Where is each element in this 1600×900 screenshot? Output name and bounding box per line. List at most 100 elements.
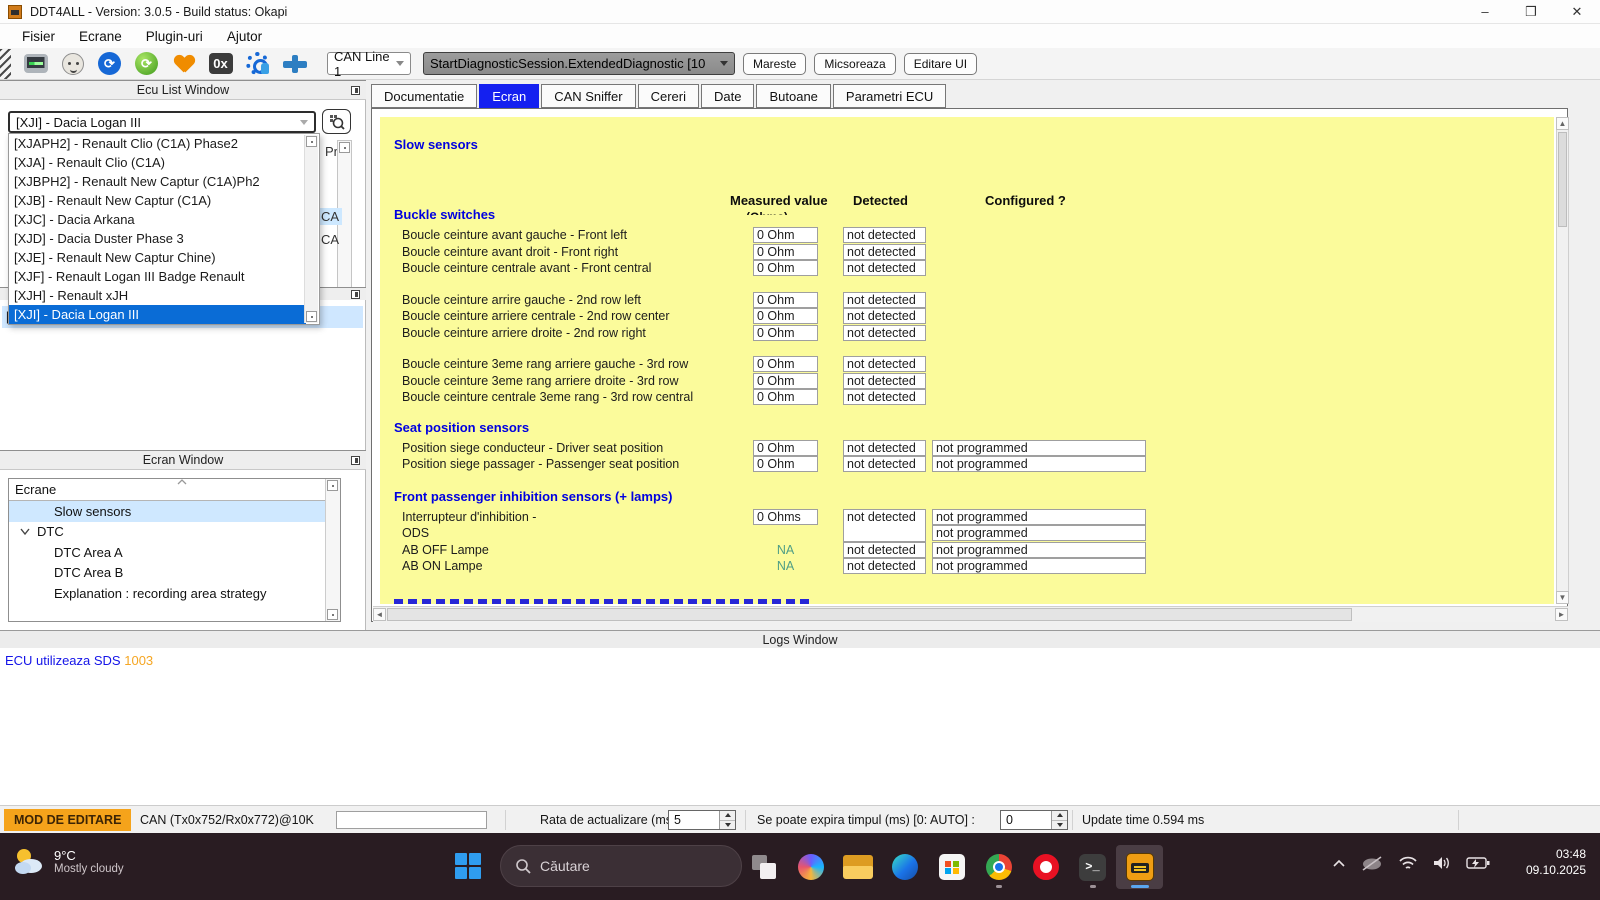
tree-header[interactable]: Ecrane — [9, 479, 340, 501]
gears-hand-icon[interactable] — [243, 50, 272, 78]
ecu-dropdown-item[interactable]: [XJB] - Renault New Captur (C1A) — [9, 191, 306, 210]
sensor-row: Boucle ceinture centrale 3eme rang - 3rd… — [380, 389, 1554, 406]
menu-plugin-uri[interactable]: Plugin-uri — [134, 29, 215, 44]
ecu-dropdown-item[interactable]: [XJE] - Renault New Captur Chine) — [9, 248, 306, 267]
volume-icon[interactable] — [1432, 855, 1452, 871]
refresh-green-icon[interactable]: ⟳ — [132, 50, 161, 78]
vertical-scrollbar[interactable]: ▲ ▼ — [1556, 117, 1569, 604]
tab-cereri[interactable]: Cereri — [638, 84, 699, 108]
taskbar-clock[interactable]: 03:48 09.10.2025 — [1526, 846, 1586, 878]
tree-item-label: DTC Area A — [54, 545, 123, 560]
spin-down-button[interactable] — [720, 821, 735, 830]
ecu-search-button[interactable] — [322, 109, 351, 134]
minimize-button[interactable]: – — [1462, 0, 1508, 23]
tab-ecran[interactable]: Ecran — [479, 84, 539, 108]
tree-scrollbar[interactable] — [325, 479, 340, 621]
tree-item-dtc-area-a[interactable]: DTC Area A — [9, 542, 340, 563]
horizontal-scrollbar[interactable]: ◄ ► — [373, 606, 1568, 622]
weather-widget[interactable]: 9°C Mostly cloudy — [12, 845, 124, 877]
menu-ajutor[interactable]: Ajutor — [215, 29, 274, 44]
zoom-in-button[interactable]: Mareste — [743, 53, 806, 75]
battery-charging-icon[interactable] — [1466, 856, 1490, 870]
terminal-icon: >_ — [1079, 854, 1106, 881]
tab-date[interactable]: Date — [701, 84, 754, 108]
sensor-label: Boucle ceinture avant gauche - Front lef… — [402, 228, 627, 242]
logs-panel-header[interactable]: Logs Window — [0, 630, 1600, 648]
taskbar-icon-opera[interactable] — [1022, 845, 1069, 889]
einstein-icon[interactable] — [58, 50, 87, 78]
taskbar-icon-terminal[interactable]: >_ — [1069, 845, 1116, 889]
spin-down-button[interactable] — [1052, 821, 1067, 830]
sensor-label: AB ON Lampe — [402, 559, 483, 573]
ecu-select-combo[interactable]: [XJI] - Dacia Logan III — [8, 111, 316, 133]
dock-pin-icon[interactable] — [351, 290, 360, 299]
ecu-dropdown-item[interactable]: [XJI] - Dacia Logan III — [9, 305, 306, 324]
taskbar-icon-task-view[interactable] — [740, 845, 787, 889]
valve-icon[interactable] — [280, 50, 309, 78]
ecu-dropdown-item[interactable]: [XJH] - Renault xJH — [9, 286, 306, 305]
log-entry-value: 1003 — [124, 653, 153, 668]
ecran-panel-header[interactable]: Ecran Window — [0, 450, 366, 470]
ecu-dropdown-item[interactable]: [XJBPH2] - Renault New Captur (C1A)Ph2 — [9, 172, 306, 191]
menu-bar: FisierEcranePlugin-uriAjutor — [0, 24, 1600, 48]
measured-value-box: 0 Ohm — [753, 440, 818, 456]
vertical-scrollbar-thumb[interactable] — [1558, 132, 1567, 227]
logs-panel-title: Logs Window — [762, 633, 837, 647]
dropdown-scrollbar[interactable] — [304, 135, 318, 323]
taskbar-search[interactable]: Căutare — [500, 845, 742, 887]
taskbar-icon-store[interactable] — [928, 845, 975, 889]
taskbar-icon-ddt4all[interactable] — [1116, 845, 1163, 889]
dock-pin-icon[interactable] — [351, 456, 360, 465]
taskbar-icon-edge[interactable] — [881, 845, 928, 889]
tab-can-sniffer[interactable]: CAN Sniffer — [541, 84, 635, 108]
ecu-dropdown-item[interactable]: [XJF] - Renault Logan III Badge Renault — [9, 267, 306, 286]
toolbar-grip[interactable] — [0, 49, 11, 79]
chevron-down-icon[interactable] — [19, 524, 33, 539]
scroll-up-button[interactable] — [306, 136, 317, 147]
zoom-out-button[interactable]: Micsoreaza — [814, 53, 895, 75]
menu-fisier[interactable]: Fisier — [10, 29, 67, 44]
taskbar-icon-chrome[interactable] — [975, 845, 1022, 889]
wifi-icon[interactable] — [1398, 855, 1418, 871]
request-select[interactable]: StartDiagnosticSession.ExtendedDiagnosti… — [423, 52, 735, 75]
screen-monitor-icon[interactable] — [21, 50, 50, 78]
sensor-label: Interrupteur d'inhibition - — [402, 510, 536, 524]
ecu-dropdown-item[interactable]: [XJAPH2] - Renault Clio (C1A) Phase2 — [9, 134, 306, 153]
tab-documentatie[interactable]: Documentatie — [371, 84, 477, 108]
ecu-list-panel-header[interactable]: Ecu List Window — [0, 80, 366, 100]
tree-item-explanation-recording-area-strategy[interactable]: Explanation : recording area strategy — [9, 583, 340, 604]
tree-item-slow-sensors[interactable]: Slow sensors — [9, 501, 340, 522]
background-list-item[interactable]: CA — [318, 208, 342, 225]
measured-value-box: 0 Ohm — [753, 292, 818, 308]
spin-up-button[interactable] — [720, 811, 735, 821]
onedrive-off-icon[interactable] — [1360, 855, 1384, 871]
tree-item-dtc[interactable]: DTC — [9, 522, 340, 543]
tray-expand-icon[interactable] — [1332, 858, 1346, 868]
can-line-select[interactable]: CAN Line 1 — [327, 52, 411, 75]
status-filter-input[interactable] — [336, 811, 487, 829]
horizontal-scrollbar-thumb[interactable] — [387, 608, 1352, 621]
close-button[interactable]: ✕ — [1554, 0, 1600, 23]
scroll-down-button[interactable] — [306, 311, 317, 322]
refresh-rate-spinner[interactable]: 5 — [668, 810, 736, 830]
spin-up-button[interactable] — [1052, 811, 1067, 821]
tree-item-dtc-area-b[interactable]: DTC Area B — [9, 563, 340, 584]
dock-pin-icon[interactable] — [351, 86, 360, 95]
edit-ui-button[interactable]: Editare UI — [904, 53, 977, 75]
sync-blue-icon[interactable]: ⟳ — [95, 50, 124, 78]
ecu-dropdown-item[interactable]: [XJD] - Dacia Duster Phase 3 — [9, 229, 306, 248]
start-button[interactable] — [455, 853, 481, 879]
ecu-dropdown-item[interactable]: [XJC] - Dacia Arkana — [9, 210, 306, 229]
tab-parametri-ecu[interactable]: Parametri ECU — [833, 84, 946, 108]
ecu-dropdown-item[interactable]: [XJA] - Renault Clio (C1A) — [9, 153, 306, 172]
hex-0x-icon[interactable]: 0x — [206, 50, 235, 78]
taskbar-icon-file-explorer[interactable] — [834, 845, 881, 889]
maximize-button[interactable]: ❒ — [1508, 0, 1554, 23]
sensor-row: ODSnot programmed — [380, 525, 1554, 542]
tab-butoane[interactable]: Butoane — [756, 84, 830, 108]
timeout-spinner[interactable]: 0 — [1000, 810, 1068, 830]
background-list-item[interactable]: CA — [318, 231, 342, 248]
health-pulse-icon[interactable] — [169, 50, 198, 78]
menu-ecrane[interactable]: Ecrane — [67, 29, 134, 44]
taskbar-icon-copilot[interactable] — [787, 845, 834, 889]
